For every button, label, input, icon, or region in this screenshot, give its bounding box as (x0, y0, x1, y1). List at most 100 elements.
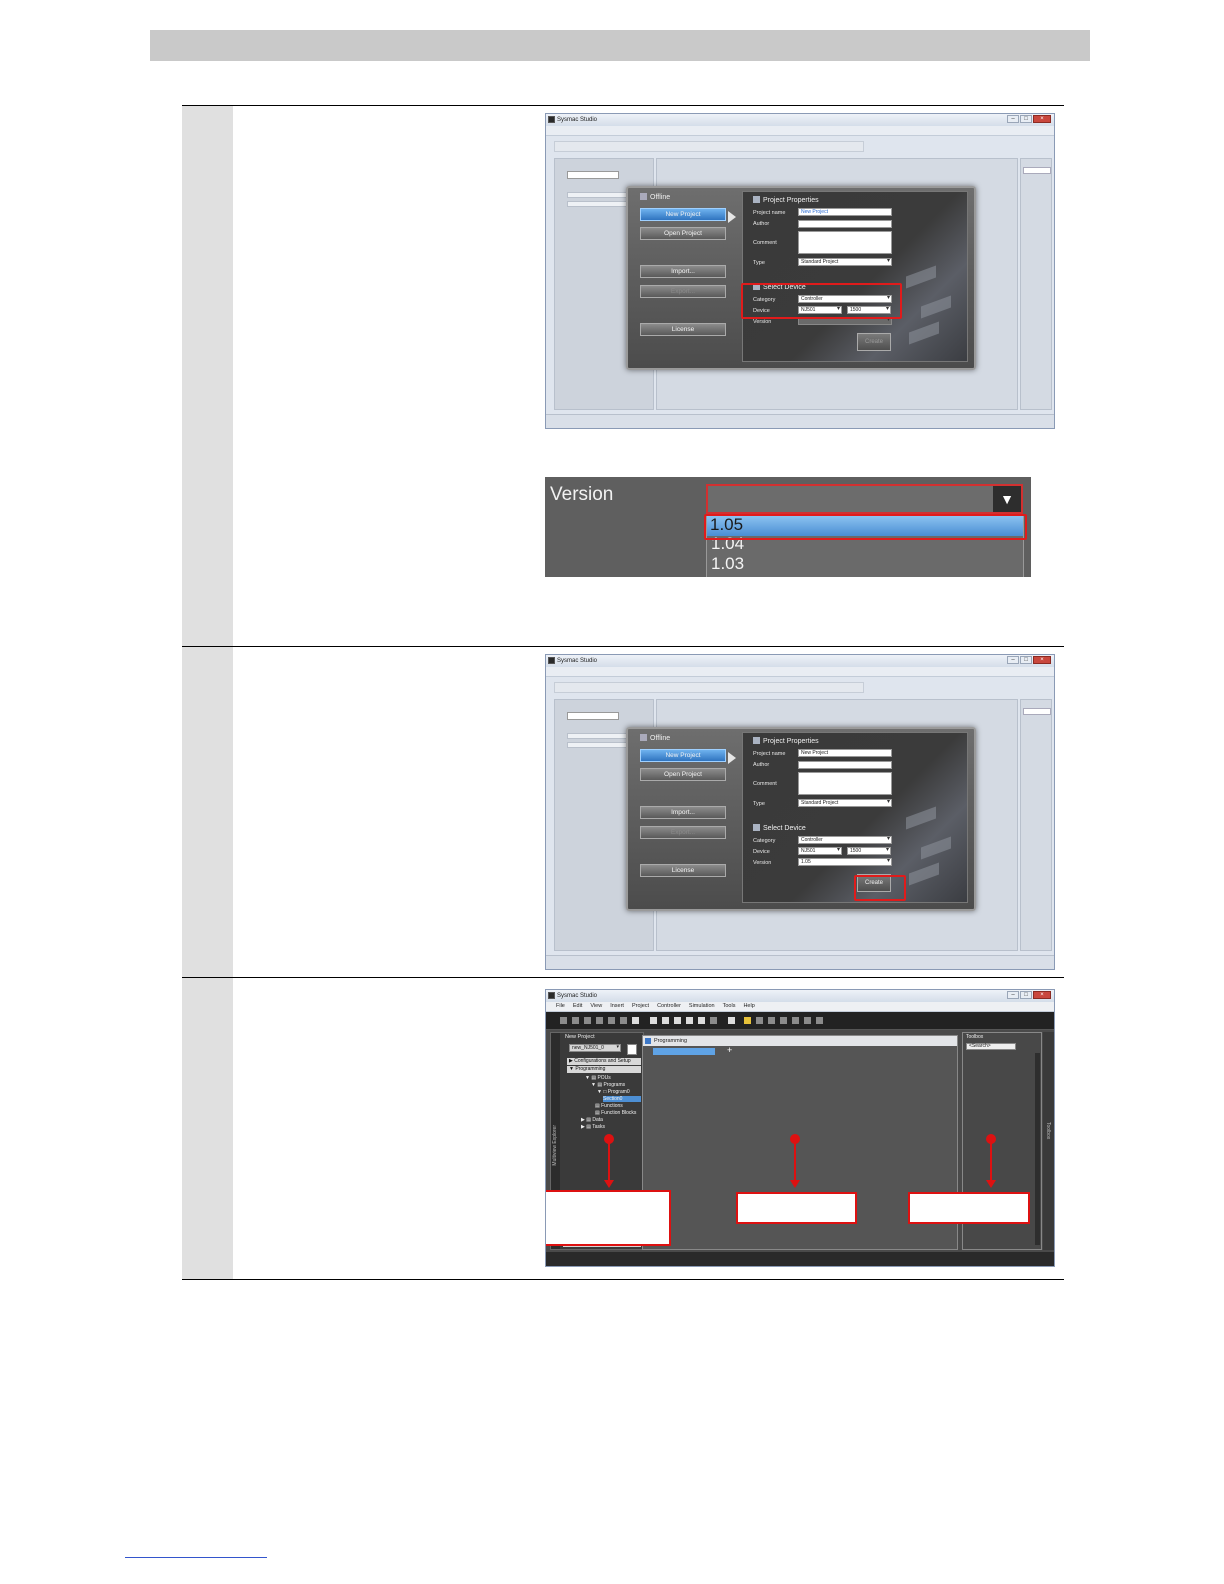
tree-functions[interactable]: ▤ Functions (595, 1103, 623, 1109)
toolbar-icon[interactable] (620, 1017, 627, 1024)
tree-pous[interactable]: ▼ ▤ POUs (585, 1075, 611, 1081)
menu-simulation[interactable]: Simulation (689, 1003, 715, 1009)
toolbar-icon[interactable] (698, 1017, 705, 1024)
toolbar-icon[interactable] (560, 1017, 567, 1024)
menu-help[interactable]: Help (743, 1003, 754, 1009)
toolbar-icon[interactable] (804, 1017, 811, 1024)
toolbar-icon[interactable] (780, 1017, 787, 1024)
toolbox-search[interactable]: <Search> (966, 1043, 1016, 1050)
toolbar-icon[interactable] (596, 1017, 603, 1024)
close-button[interactable]: × (1033, 991, 1051, 999)
add-tab-icon[interactable]: + (727, 1045, 732, 1055)
toolbar-icon[interactable] (584, 1017, 591, 1024)
tree-function-blocks[interactable]: ▤ Function Blocks (595, 1110, 636, 1116)
toolbar-icon[interactable] (632, 1017, 639, 1024)
toolbar-icon[interactable] (662, 1017, 669, 1024)
tree-data[interactable]: ▶ ▤ Data (581, 1117, 603, 1123)
import-button[interactable]: Import... (640, 265, 726, 278)
maximize-button[interactable]: □ (1020, 115, 1032, 123)
license-button[interactable]: License (640, 864, 726, 877)
version-option[interactable]: 1.03 (711, 554, 744, 574)
author-field[interactable] (798, 220, 892, 228)
decorative-graphic (901, 802, 961, 892)
toolbox-search[interactable] (1023, 708, 1051, 715)
menu-file[interactable]: File (556, 1003, 565, 1009)
author-field[interactable] (798, 761, 892, 769)
export-button[interactable]: Export... (640, 826, 726, 839)
close-button[interactable]: × (1033, 115, 1051, 123)
open-project-button[interactable]: Open Project (640, 227, 726, 240)
toolbar-icon[interactable] (816, 1017, 823, 1024)
toolbox-scrollbar[interactable] (1035, 1053, 1040, 1245)
window-title: Sysmac Studio (557, 658, 598, 664)
menu-tools[interactable]: Tools (723, 1003, 736, 1009)
project-name-field[interactable]: New Project (798, 208, 892, 216)
properties-icon (753, 196, 760, 203)
maximize-button[interactable]: □ (1020, 991, 1032, 999)
toolbar-icon[interactable] (756, 1017, 763, 1024)
import-button[interactable]: Import... (640, 806, 726, 819)
toolbox-side-tab[interactable]: Toolbox (1043, 1032, 1054, 1250)
warning-icon[interactable] (744, 1017, 751, 1024)
toolbar-icon[interactable] (792, 1017, 799, 1024)
toolbar-icon[interactable] (728, 1017, 735, 1024)
menu-edit[interactable]: Edit (573, 1003, 582, 1009)
decorative-graphic (901, 261, 961, 351)
app-icon (548, 116, 555, 123)
category-select[interactable]: Controller (798, 836, 892, 844)
tree-configurations[interactable]: ▶ Configurations and Setup (567, 1058, 641, 1065)
menu-project[interactable]: Project (632, 1003, 649, 1009)
toolbar-icon[interactable] (608, 1017, 615, 1024)
version-select[interactable]: ▼ (706, 484, 1023, 514)
status-bar (546, 414, 1054, 428)
toolbar-icon[interactable] (686, 1017, 693, 1024)
project-name-field[interactable]: New Project (798, 749, 892, 757)
menu-controller[interactable]: Controller (657, 1003, 681, 1009)
offline-icon (640, 193, 647, 200)
step-number-cell (182, 978, 233, 1279)
device-selector[interactable] (567, 171, 619, 179)
tree-tasks[interactable]: ▶ ▤ Tasks (581, 1124, 605, 1130)
toolbar-icon[interactable] (768, 1017, 775, 1024)
comment-label: Comment (753, 240, 777, 246)
type-select[interactable]: Standard Project (798, 258, 892, 266)
callout-line (794, 1143, 796, 1181)
window-titlebar: Sysmac Studio – □ × (546, 114, 1054, 126)
device-model-select[interactable]: 1500 (847, 847, 891, 855)
comment-field[interactable] (798, 231, 892, 254)
comment-field[interactable] (798, 772, 892, 795)
open-project-button[interactable]: Open Project (640, 768, 726, 781)
step-number-cell (182, 106, 233, 646)
toolbox-title: Toolbox (966, 1034, 984, 1040)
tree-program0[interactable]: ▼ □ Program0 (597, 1089, 630, 1095)
version-select[interactable]: 1.05 (798, 858, 892, 866)
new-project-button[interactable]: New Project (640, 749, 726, 762)
toolbar-icon[interactable] (650, 1017, 657, 1024)
tree-programming[interactable]: ▼ Programming (567, 1066, 641, 1073)
tree-programs[interactable]: ▼ ▤ Programs (591, 1082, 625, 1088)
create-button[interactable]: Create (857, 333, 891, 351)
toolbar-icon[interactable] (710, 1017, 717, 1024)
license-button[interactable]: License (640, 323, 726, 336)
minimize-button[interactable]: – (1007, 115, 1019, 123)
minimize-button[interactable]: – (1007, 991, 1019, 999)
pane-tool-icon[interactable] (627, 1044, 637, 1055)
device-selector[interactable] (567, 712, 619, 720)
maximize-button[interactable]: □ (1020, 656, 1032, 664)
device-series-select[interactable]: NJ501 (798, 847, 842, 855)
new-project-button[interactable]: New Project (640, 208, 726, 221)
tree-section0[interactable]: Section0 (603, 1096, 641, 1102)
toolbar-icon[interactable] (674, 1017, 681, 1024)
dropdown-arrow-icon[interactable]: ▼ (993, 486, 1021, 512)
export-button[interactable]: Export... (640, 285, 726, 298)
menu-view[interactable]: View (590, 1003, 602, 1009)
close-button[interactable]: × (1033, 656, 1051, 664)
device-selector[interactable]: new_NJ501_0 (569, 1044, 621, 1052)
menu-insert[interactable]: Insert (610, 1003, 624, 1009)
minimize-button[interactable]: – (1007, 656, 1019, 664)
toolbar-icon[interactable] (572, 1017, 579, 1024)
section-tab[interactable] (653, 1048, 715, 1055)
toolbox-search[interactable] (1023, 167, 1051, 174)
callout-box-programming (736, 1192, 857, 1224)
type-select[interactable]: Standard Project (798, 799, 892, 807)
